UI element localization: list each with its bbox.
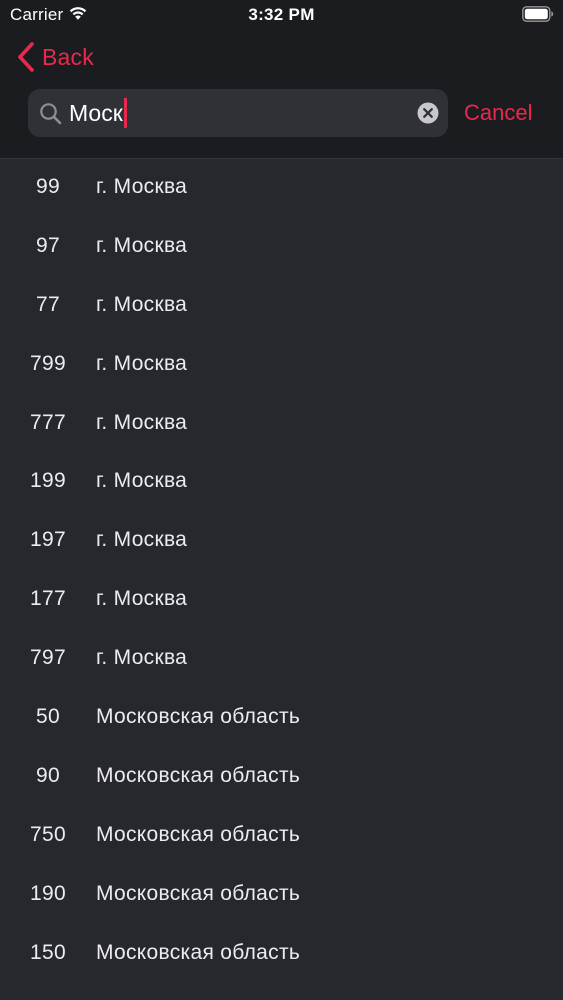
region-code: 150 [30, 940, 66, 964]
region-code: 799 [30, 351, 66, 375]
clock: 3:32 PM [248, 5, 315, 24]
region-code: 77 [36, 292, 60, 316]
search-field[interactable]: Моск [28, 89, 448, 137]
header: Carrier 3:32 PM Back Моск Cancel [0, 0, 563, 159]
region-name: г. Москва [96, 646, 188, 670]
region-code: 190 [30, 881, 66, 905]
region-code: 199 [30, 469, 66, 493]
region-name: г. Москва [96, 528, 188, 552]
result-row[interactable]: 50 Московская область [0, 688, 563, 747]
search-input[interactable]: Моск [69, 89, 127, 137]
search-icon [40, 103, 62, 125]
result-row[interactable]: 177 г. Москва [0, 570, 563, 629]
region-name: г. Москва [96, 587, 188, 611]
region-name: г. Москва [96, 175, 188, 198]
region-name: г. Москва [96, 292, 188, 316]
search-value: Моск [69, 100, 123, 126]
region-code: 97 [36, 233, 60, 257]
region-code: 90 [36, 763, 60, 787]
result-row[interactable]: 190 Московская область [0, 865, 563, 924]
text-caret [123, 97, 127, 128]
region-code: 197 [30, 528, 66, 552]
region-code: 777 [30, 410, 66, 434]
region-code: 50 [36, 705, 60, 729]
result-row[interactable]: 150 Московская область [0, 924, 563, 983]
result-row[interactable]: 90 Московская область [0, 747, 563, 806]
chevron-left-icon [18, 42, 34, 72]
status-bar: Carrier 3:32 PM [0, 0, 563, 30]
region-name: г. Москва [96, 410, 188, 434]
region-code: 750 [30, 822, 66, 846]
result-row[interactable]: 777 г. Москва [0, 394, 563, 453]
region-name: Московская область [96, 822, 301, 846]
result-row[interactable]: 199 г. Москва [0, 452, 563, 511]
region-name: Московская область [96, 940, 301, 964]
result-row[interactable]: 797 г. Москва [0, 629, 563, 688]
battery-icon [522, 6, 554, 22]
region-name: Московская область [96, 881, 301, 905]
region-code: 177 [30, 587, 66, 611]
region-name: г. Москва [96, 233, 188, 257]
region-name: г. Москва [96, 351, 188, 375]
clear-icon[interactable] [417, 102, 439, 124]
result-row[interactable]: 97 г. Москва [0, 217, 563, 276]
cancel-button[interactable]: Cancel [464, 97, 532, 129]
result-row[interactable]: 77 г. Москва [0, 276, 563, 335]
result-row[interactable]: 799 г. Москва [0, 335, 563, 394]
region-name: Московская область [96, 705, 301, 729]
result-row[interactable]: 99 г. Москва [0, 158, 563, 217]
region-name: Московская область [96, 763, 301, 787]
back-button[interactable]: Back [16, 40, 94, 74]
result-row[interactable]: 197 г. Москва [0, 511, 563, 570]
region-code: 797 [30, 646, 66, 670]
back-label: Back [42, 43, 94, 70]
results-list: 99 г. Москва 97 г. Москва 77 г. Москва 799 г. М… [0, 158, 563, 982]
region-code: 99 [36, 175, 60, 198]
region-name: г. Москва [96, 469, 188, 493]
result-row[interactable]: 750 Московская область [0, 806, 563, 865]
